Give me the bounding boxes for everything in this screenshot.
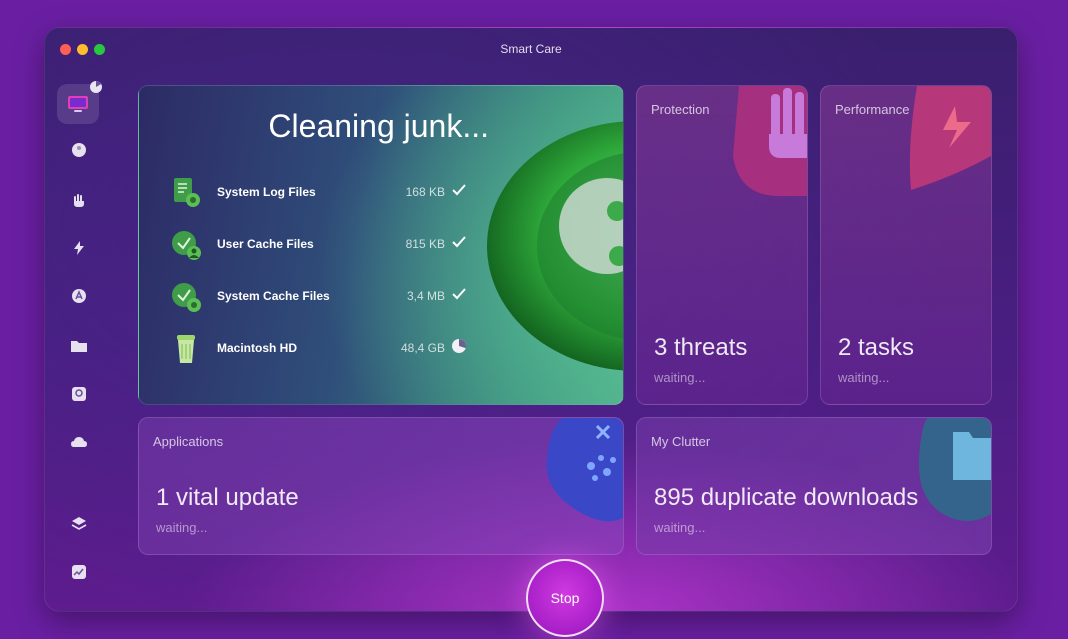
sidebar-item-protection[interactable] [65,186,93,214]
sidebar [45,76,111,611]
checkmark-icon [452,184,466,196]
sidebar-item-applications[interactable] [65,282,93,310]
checkmark-icon [452,288,466,300]
cleanup-icon [72,143,86,157]
applications-label: Applications [153,434,224,449]
window-title: Smart Care [500,42,562,56]
cloud-cleanup-icon [71,437,87,447]
my-clutter-status: waiting... [654,520,706,535]
my-clutter-label: My Clutter [651,434,711,449]
performance-card[interactable]: Performance 2 tasks waiting... [820,85,992,405]
cleanup-card[interactable]: Cleaning junk... System Log Files 168 KB [138,85,624,405]
junk-item-name: Macintosh HD [217,341,298,355]
user-cache-icon [172,231,201,260]
performance-status: waiting... [838,370,890,385]
junk-item-size: 3,4 MB [406,289,445,303]
progress-pie-icon [90,81,102,93]
applications-value: 1 vital update [156,484,299,511]
performance-bolt-illustration [909,86,991,190]
cleaning-title: Cleaning junk... [268,108,489,144]
sidebar-item-my-clutter[interactable] [65,332,93,360]
junk-item-size: 168 KB [405,185,445,199]
performance-label: Performance [835,102,910,117]
junk-item-name: User Cache Files [217,237,314,251]
protection-label: Protection [651,102,710,117]
protection-hand-illustration [733,86,807,196]
protection-card[interactable]: Protection 3 threats waiting... [636,85,808,405]
performance-value: 2 tasks [838,334,915,361]
applications-card[interactable]: Applications 1 vital update waiting... [138,417,624,555]
my-clutter-card[interactable]: My Clutter 895 duplicate downloads waiti… [636,417,992,555]
sidebar-item-cloud-cleanup[interactable] [65,428,93,456]
sidebar-item-performance[interactable] [65,234,93,262]
cleanup-disc-illustration [487,121,623,371]
applications-illustration [546,418,623,522]
sidebar-item-space-lens[interactable] [65,380,93,408]
space-lens-icon [72,387,86,401]
sidebar-item-activity[interactable] [65,558,93,586]
my-clutter-value: 895 duplicate downloads [654,484,919,511]
my-clutter-folder-icon [71,341,87,352]
protection-hand-icon [74,194,84,207]
log-file-icon [174,178,200,207]
protection-value: 3 threats [654,334,748,361]
my-clutter-illustration [918,418,991,521]
activity-monitor-icon [72,565,86,579]
app-window: Smart Care Cleaning junk... System Log F… [44,27,1018,612]
stop-button-label: Stop [550,590,580,606]
stop-button[interactable]: Stop [526,559,604,637]
sidebar-item-cleanup[interactable] [65,136,93,164]
junk-item-size: 815 KB [405,237,445,251]
performance-bolt-icon [74,241,84,255]
list-item: User Cache Files 815 KB [169,228,469,262]
junk-item-name: System Cache Files [217,289,330,303]
protection-status: waiting... [654,370,706,385]
progress-pie-icon [452,339,467,353]
shredder-layers-icon [71,517,87,530]
junk-item-name: System Log Files [217,185,316,199]
applications-status: waiting... [156,520,208,535]
list-item: System Cache Files 3,4 MB [169,280,469,314]
checkmark-icon [452,236,466,248]
sidebar-item-shredder[interactable] [65,510,93,538]
system-cache-icon [172,283,201,312]
junk-item-size: 48,4 GB [400,341,445,355]
list-item: Macintosh HD 48,4 GB [169,332,469,366]
list-item: System Log Files 168 KB [169,176,469,210]
sidebar-item-smart-care[interactable] [57,81,102,124]
applications-icon [72,289,86,303]
smart-care-icon [68,96,88,112]
trash-bin-icon [177,335,195,363]
